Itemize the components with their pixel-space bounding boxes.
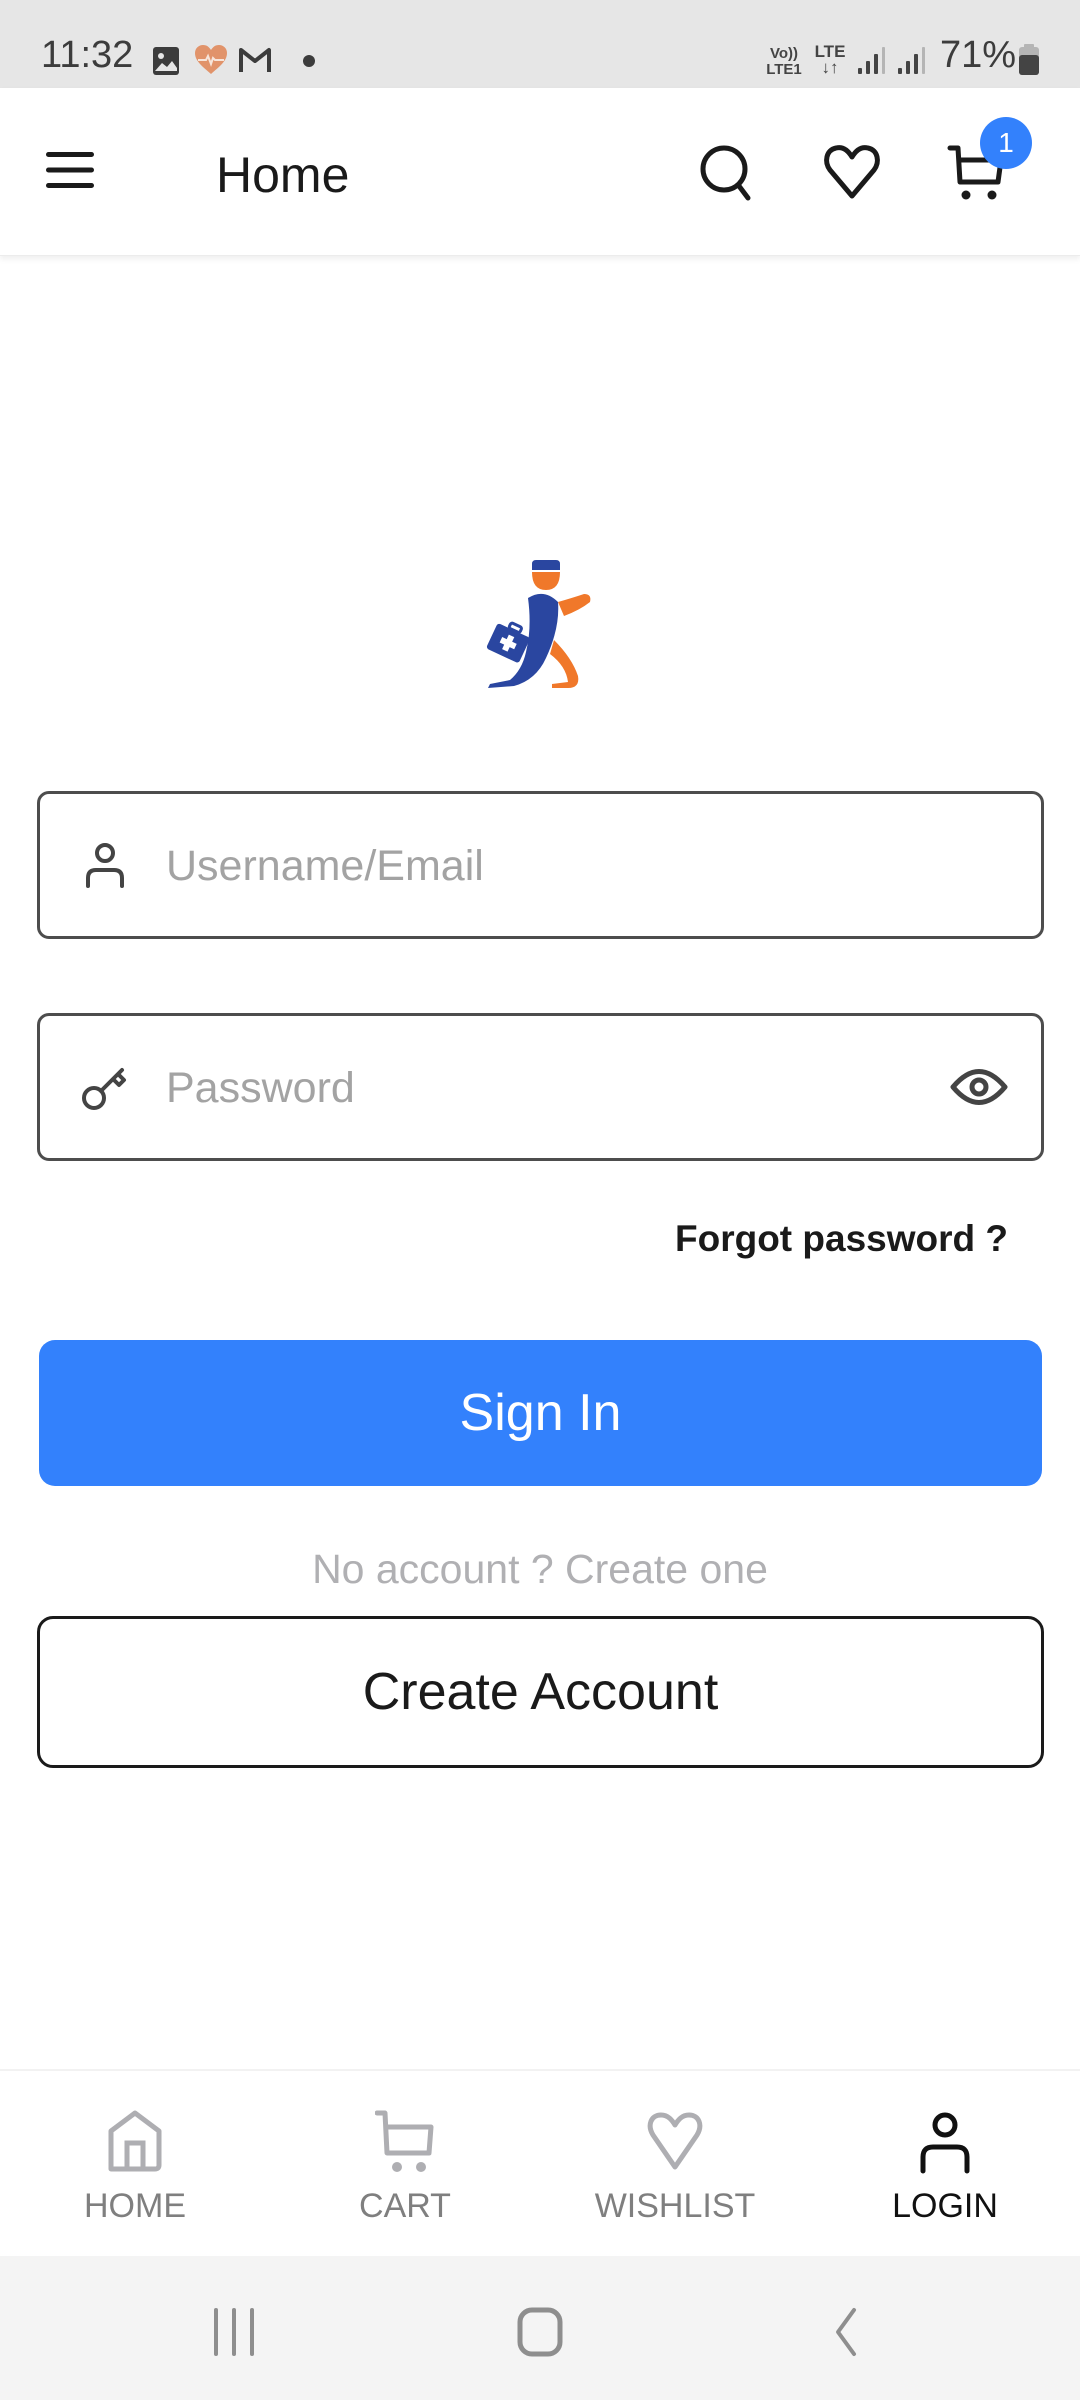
cart-icon (375, 2110, 434, 2172)
signal-icon-sim1 (858, 47, 885, 74)
password-field[interactable] (37, 1013, 1044, 1161)
nav-label-wishlist: WISHLIST (594, 2187, 756, 2225)
home-button-icon[interactable] (500, 2300, 580, 2364)
nav-item-cart[interactable]: CART (270, 2071, 540, 2258)
sign-in-button[interactable]: Sign In (39, 1340, 1042, 1486)
page-title: Home (216, 147, 350, 203)
show-password-eye-icon[interactable] (949, 1060, 1009, 1114)
password-input[interactable] (166, 1046, 926, 1130)
status-time: 11:32 (41, 34, 134, 76)
home-icon (108, 2110, 162, 2172)
bottom-nav: HOME CART WISHLIST LOGIN (0, 2069, 1080, 2256)
username-field[interactable] (37, 791, 1044, 939)
battery-icon (1019, 44, 1039, 75)
create-account-button[interactable]: Create Account (37, 1616, 1044, 1768)
username-input[interactable] (166, 824, 926, 908)
app-logo (486, 560, 591, 688)
gallery-icon (153, 47, 179, 75)
heart-icon (647, 2112, 703, 2170)
app-header: Home (0, 88, 1080, 256)
volte-sim-label: LTE1 (766, 61, 802, 78)
no-account-text: No account ? Create one (312, 1546, 768, 1592)
lte-arrows-icon: ↓↑ (821, 58, 839, 77)
system-nav-bar (0, 2256, 1080, 2400)
nav-label-home: HOME (84, 2187, 186, 2225)
more-dot-icon (303, 55, 315, 67)
battery-percent: 71% (940, 34, 1017, 76)
cart-badge: 1 (980, 117, 1032, 169)
lte-indicator: LTE ↓↑ (810, 43, 850, 77)
volte-indicator: Vo)) LTE1 (764, 46, 804, 78)
signal-icon-sim2 (898, 47, 925, 74)
nav-item-home[interactable]: HOME (0, 2071, 270, 2258)
key-icon (82, 1068, 126, 1110)
health-heart-icon (195, 45, 227, 74)
volte-label: Vo)) (769, 45, 799, 62)
nav-item-wishlist[interactable]: WISHLIST (540, 2071, 810, 2258)
status-bar: 11:32 Vo)) LTE1 LTE ↓↑ 71% (0, 0, 1080, 88)
user-icon (920, 2112, 970, 2174)
nav-label-login: LOGIN (892, 2187, 998, 2225)
nav-label-cart: CART (359, 2187, 451, 2225)
menu-icon[interactable] (44, 150, 96, 190)
back-icon[interactable] (804, 2300, 884, 2364)
nav-item-login[interactable]: LOGIN (810, 2071, 1080, 2258)
search-icon[interactable] (694, 140, 758, 204)
forgot-password-link[interactable]: Forgot password ? (675, 1218, 1008, 1260)
wishlist-heart-icon[interactable] (820, 140, 884, 204)
gmail-icon (239, 48, 271, 72)
user-icon (86, 843, 124, 888)
recent-apps-icon[interactable] (198, 2300, 278, 2364)
